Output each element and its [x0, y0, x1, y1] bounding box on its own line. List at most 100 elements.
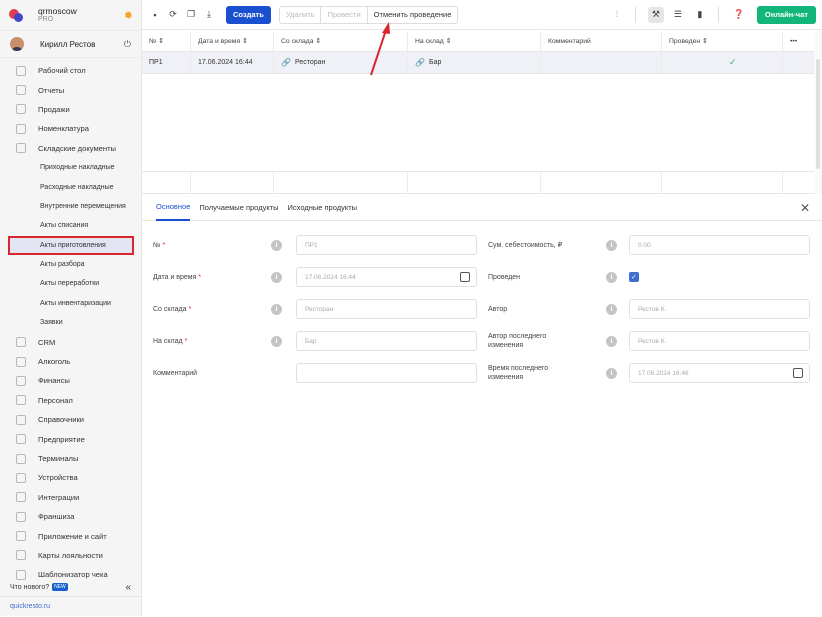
sidebar-subitem-writeoffs[interactable]: Акты списания: [0, 216, 141, 235]
sidebar-subitem-cooking[interactable]: Акты приготовления: [8, 235, 134, 255]
brand[interactable]: qrmoscow PRO ✹: [0, 0, 141, 30]
cell-from[interactable]: 🔗 Ресторан: [274, 52, 408, 73]
help-icon[interactable]: ❓: [731, 7, 747, 23]
copy-icon[interactable]: ❐: [186, 9, 196, 20]
calendar-icon[interactable]: [793, 368, 803, 378]
to-warehouse-field[interactable]: Бар: [296, 331, 477, 351]
sidebar-item-desktop[interactable]: Рабочий стол: [0, 61, 141, 80]
sidebar-item-terminals[interactable]: Терминалы: [0, 449, 141, 468]
sidebar-item-franchise[interactable]: Франшиза: [0, 507, 141, 526]
sidebar-item-label: Приложение и сайт: [38, 531, 107, 541]
sidebar-item-label: Внутренние перемещения: [40, 202, 126, 210]
column-label: Со склада: [281, 37, 314, 45]
sidebar-subitem-transfers[interactable]: Внутренние перемещения: [0, 197, 141, 216]
footer-cell: [408, 172, 541, 193]
info-icon[interactable]: i: [606, 367, 617, 379]
cell-empty: [783, 52, 814, 73]
cell-to[interactable]: 🔗 Бар: [408, 52, 541, 73]
footer-cell: [662, 172, 783, 193]
power-icon[interactable]: ⏻: [124, 39, 131, 50]
table-row[interactable]: ПР1 17.06.2024 16:44 🔗 Ресторан 🔗 Бар ✓: [142, 52, 814, 74]
more-icon[interactable]: •••: [783, 31, 814, 51]
column-header-posted[interactable]: Проведен ⇕: [662, 31, 783, 51]
delete-button[interactable]: Удалить: [280, 6, 322, 23]
sidebar-item-warehouse-docs[interactable]: Складские документы: [0, 139, 141, 158]
user-name: Кирилл Рестов: [40, 39, 96, 49]
table-scrollbar[interactable]: [814, 31, 822, 194]
info-icon[interactable]: i: [271, 271, 282, 283]
sidebar-item-finance[interactable]: Финансы: [0, 371, 141, 390]
sidebar-item-crm[interactable]: CRM: [0, 332, 141, 351]
sidebar-item-app[interactable]: Приложение и сайт: [0, 526, 141, 545]
site-link[interactable]: quickresto.ru: [0, 596, 141, 616]
sidebar-item-nomenclature[interactable]: Номенклатура: [0, 119, 141, 138]
sidebar-subitem-processing[interactable]: Акты переработки: [0, 274, 141, 293]
sidebar-subitem-incoming[interactable]: Приходные накладные: [0, 158, 141, 177]
sidebar-item-enterprise[interactable]: Предприятие: [0, 429, 141, 448]
sidebar-subitem-disassembly[interactable]: Акты разбора: [0, 255, 141, 274]
cell-posted: ✓: [662, 52, 783, 73]
column-header-number[interactable]: № ⇕: [142, 31, 191, 51]
list-icon[interactable]: ☰: [670, 7, 686, 23]
info-icon[interactable]: i: [606, 335, 617, 347]
sidebar-item-loyalty[interactable]: Карты лояльности: [0, 546, 141, 565]
datetime-field[interactable]: 17.06.2024 16:44: [296, 267, 477, 287]
scrollbar-thumb[interactable]: [816, 59, 820, 169]
tab-output-products[interactable]: Получаемые продукты: [199, 195, 278, 221]
close-icon[interactable]: ✕: [800, 201, 810, 215]
sidebar-subitem-requests[interactable]: Заявки: [0, 313, 141, 332]
info-icon[interactable]: i: [271, 303, 282, 315]
tools-icon[interactable]: ⚒: [647, 6, 664, 23]
online-chat-button[interactable]: Онлайн-чат: [756, 5, 816, 24]
whats-new-link[interactable]: Что нового? NEW «: [0, 578, 141, 596]
sidebar-item-label: Акты приготовления: [40, 241, 106, 249]
sidebar-item-integrations[interactable]: Интеграции: [0, 488, 141, 507]
from-warehouse-field[interactable]: Ресторан: [296, 299, 477, 319]
sidebar-item-devices[interactable]: Устройства: [0, 468, 141, 487]
sidebar-item-label: Интеграции: [38, 492, 80, 502]
post-button[interactable]: Провести: [321, 6, 368, 23]
user-panel[interactable]: Кирилл Рестов ⏻: [0, 30, 141, 58]
posted-checkbox[interactable]: ✓: [629, 272, 639, 282]
trash-icon[interactable]: ▮: [692, 7, 708, 23]
author-field: Рестов К.: [629, 299, 810, 319]
sun-icon[interactable]: ✹: [124, 9, 133, 22]
refresh-icon[interactable]: ⟳: [168, 9, 178, 20]
field-label-text: №: [153, 241, 161, 249]
field-label-text: Со склада: [153, 305, 187, 313]
column-header-to[interactable]: На склад ⇕: [408, 31, 541, 51]
comment-field[interactable]: [296, 363, 477, 383]
tab-source-products[interactable]: Исходные продукты: [288, 195, 358, 221]
info-icon[interactable]: i: [606, 271, 617, 283]
info-icon[interactable]: i: [606, 239, 617, 251]
tab-main[interactable]: Основное: [156, 195, 191, 221]
datetime-value: 17.06.2024 16:44: [305, 273, 356, 281]
column-settings-icon[interactable]: ⫶: [609, 7, 625, 23]
number-field[interactable]: ПР1: [296, 235, 477, 255]
create-button[interactable]: Создать: [226, 5, 271, 24]
sidebar-item-reports[interactable]: Отчеты: [0, 80, 141, 99]
sidebar-item-references[interactable]: Справочники: [0, 410, 141, 429]
column-header-from[interactable]: Со склада ⇕: [274, 31, 408, 51]
column-header-comment[interactable]: Комментарий: [541, 31, 662, 51]
book-icon: [16, 414, 26, 425]
info-icon[interactable]: i: [271, 239, 282, 251]
info-icon[interactable]: i: [606, 303, 617, 315]
info-icon[interactable]: i: [271, 335, 282, 347]
calendar-icon[interactable]: [460, 272, 470, 282]
column-label: №: [149, 37, 157, 45]
column-header-datetime[interactable]: Дата и время ⇕: [191, 31, 274, 51]
sidebar-item-sales[interactable]: Продажи: [0, 100, 141, 119]
brand-name: qrmoscow: [38, 5, 77, 16]
sidebar-subitem-outgoing[interactable]: Расходные накладные: [0, 177, 141, 196]
sidebar-subitem-inventory[interactable]: Акты инвентаризации: [0, 294, 141, 313]
unpost-button[interactable]: Отменить проведение: [368, 7, 458, 23]
field-row-last-time: Время последнего изменения i 17.06.2024 …: [488, 363, 810, 383]
download-icon[interactable]: ⤓: [204, 9, 214, 20]
device-icon: [16, 472, 26, 483]
save-icon[interactable]: ▪: [150, 10, 160, 20]
field-row-datetime: Дата и время * i 17.06.2024 16:44: [153, 267, 477, 287]
collapse-icon[interactable]: «: [125, 582, 131, 593]
sidebar-item-alcohol[interactable]: Алкоголь: [0, 352, 141, 371]
sidebar-item-staff[interactable]: Персонал: [0, 391, 141, 410]
